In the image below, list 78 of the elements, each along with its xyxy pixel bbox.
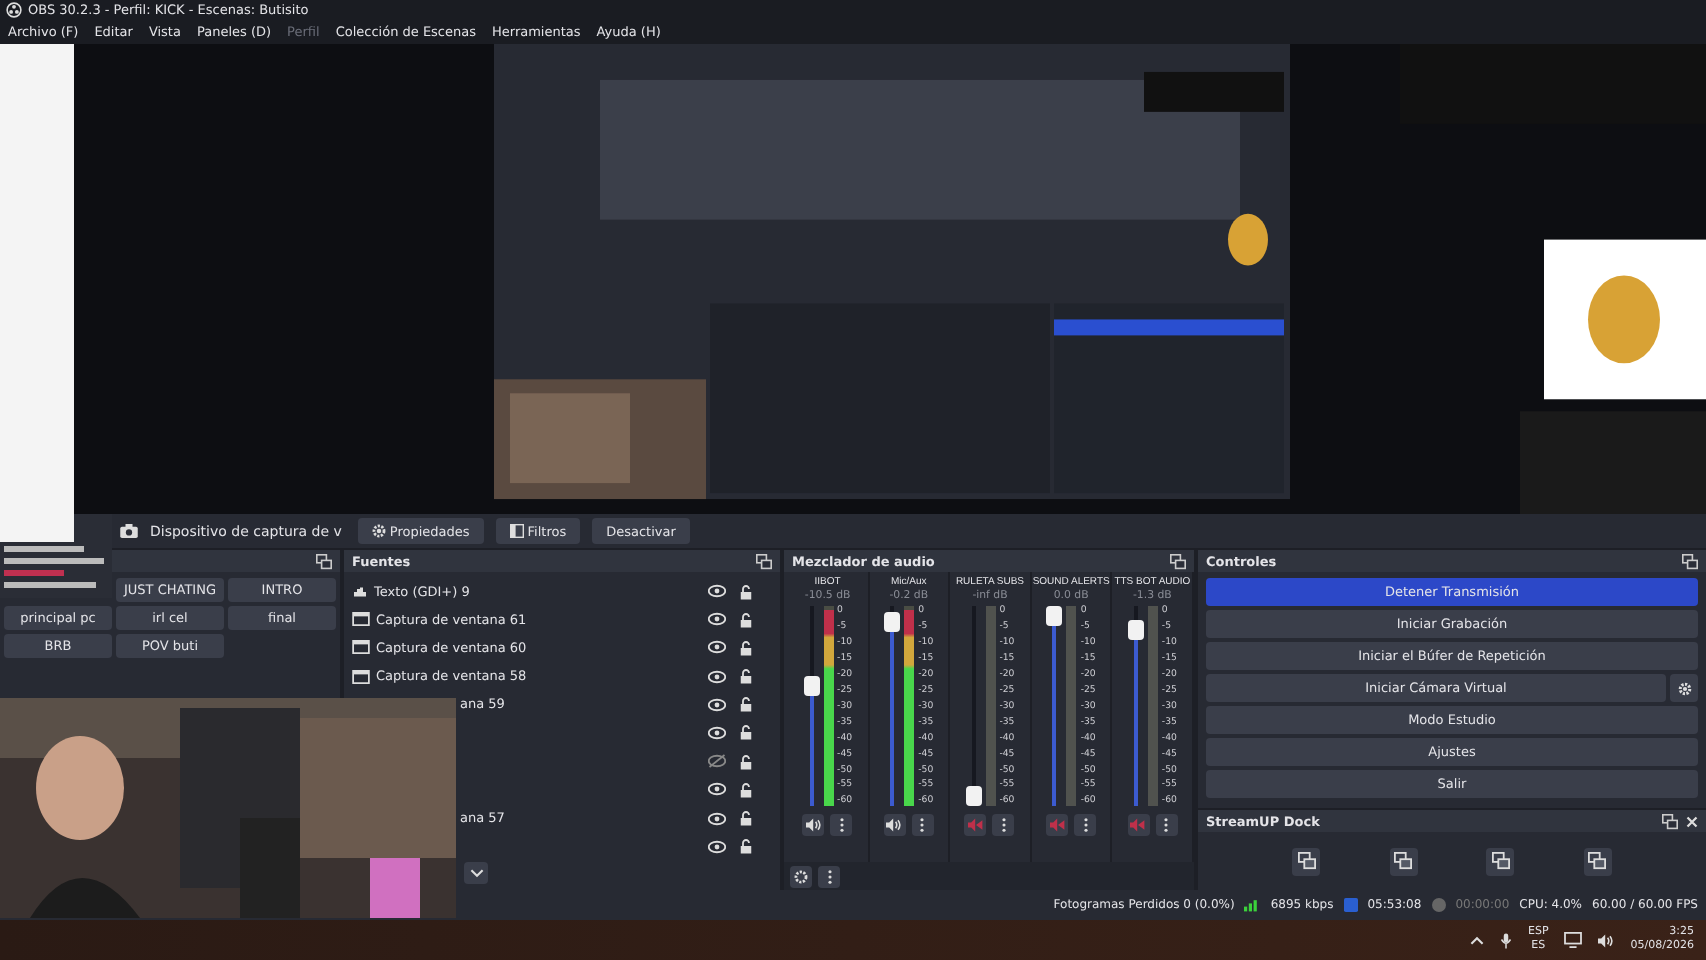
eye-icon[interactable] xyxy=(708,839,726,854)
more-button[interactable] xyxy=(992,814,1015,837)
tool-button[interactable] xyxy=(1583,847,1612,876)
lock-icon[interactable] xyxy=(740,611,752,628)
muted-speaker-icon xyxy=(967,818,984,833)
float-icon[interactable] xyxy=(1682,553,1698,570)
lock-icon[interactable] xyxy=(740,724,752,741)
dots-icon xyxy=(839,818,844,833)
float-icon[interactable] xyxy=(316,553,332,570)
float-icon[interactable] xyxy=(1662,813,1678,830)
volume-slider[interactable] xyxy=(1046,606,1063,807)
more-button[interactable] xyxy=(911,814,934,837)
gear-icon xyxy=(1677,681,1691,696)
volume-slider[interactable] xyxy=(884,606,901,807)
text-source-icon xyxy=(352,585,368,598)
lock-icon[interactable] xyxy=(740,668,752,685)
volume-slider[interactable] xyxy=(965,606,982,807)
float-icon[interactable] xyxy=(1170,553,1186,570)
lock-icon[interactable] xyxy=(740,753,752,770)
gear-icon xyxy=(794,869,808,884)
filter-icon xyxy=(509,524,524,539)
obs-logo-icon xyxy=(6,2,22,19)
window-stack-icon xyxy=(1588,852,1607,871)
eye-icon[interactable] xyxy=(708,584,726,599)
speaker-icon xyxy=(886,818,903,833)
monitor-icon[interactable] xyxy=(1564,932,1583,949)
lock-icon[interactable] xyxy=(740,696,752,713)
more-button[interactable] xyxy=(1074,814,1097,837)
more-button[interactable] xyxy=(830,814,853,837)
tool-button[interactable] xyxy=(1486,847,1515,876)
float-icon[interactable] xyxy=(756,553,772,570)
stream-icon xyxy=(1343,898,1358,913)
window-icon xyxy=(352,612,370,627)
signal-icon xyxy=(1244,898,1261,913)
microphone-icon[interactable] xyxy=(1500,931,1512,950)
lock-icon[interactable] xyxy=(740,810,752,827)
lock-icon[interactable] xyxy=(740,781,752,798)
window-icon xyxy=(352,640,370,655)
more-button[interactable] xyxy=(818,865,840,888)
mute-button[interactable] xyxy=(802,814,825,837)
volume-slider[interactable] xyxy=(803,606,820,807)
tool-button[interactable] xyxy=(1389,847,1418,876)
muted-speaker-icon xyxy=(1049,818,1066,833)
gear-icon xyxy=(371,524,386,539)
muted-speaker-icon xyxy=(1130,818,1147,833)
more-button[interactable] xyxy=(1155,814,1178,837)
volume-slider[interactable] xyxy=(1127,606,1144,807)
mute-button[interactable] xyxy=(883,814,906,837)
mixer-settings-button[interactable] xyxy=(790,865,812,888)
record-icon xyxy=(1431,898,1446,913)
window-icon xyxy=(352,669,370,684)
tool-button[interactable] xyxy=(1292,847,1321,876)
speaker-icon xyxy=(805,818,822,833)
close-icon[interactable] xyxy=(1686,815,1698,828)
dots-icon xyxy=(920,818,925,833)
eye-icon[interactable] xyxy=(708,669,726,684)
eye-icon[interactable] xyxy=(708,811,726,826)
dots-icon xyxy=(1164,818,1169,833)
eye-icon[interactable] xyxy=(708,782,726,797)
chevron-down-icon xyxy=(469,868,483,879)
dots-icon xyxy=(1083,818,1088,833)
eye-icon[interactable] xyxy=(708,612,726,627)
chevron-up-icon[interactable] xyxy=(1470,935,1484,946)
eye-icon[interactable] xyxy=(708,640,726,655)
eye-slash-icon[interactable] xyxy=(708,754,726,769)
lock-icon[interactable] xyxy=(740,838,752,855)
speaker-icon[interactable] xyxy=(1598,933,1615,948)
dots-icon xyxy=(1001,818,1006,833)
eye-icon[interactable] xyxy=(708,725,726,740)
window-stack-icon xyxy=(1297,852,1316,871)
chevron-down-button[interactable] xyxy=(464,862,488,885)
lock-icon[interactable] xyxy=(740,639,752,656)
settings-button[interactable] xyxy=(1670,674,1698,703)
eye-icon[interactable] xyxy=(708,697,726,712)
window-stack-icon xyxy=(1491,852,1510,871)
camera-icon xyxy=(120,524,138,539)
window-stack-icon xyxy=(1394,852,1413,871)
lock-icon[interactable] xyxy=(740,583,752,600)
